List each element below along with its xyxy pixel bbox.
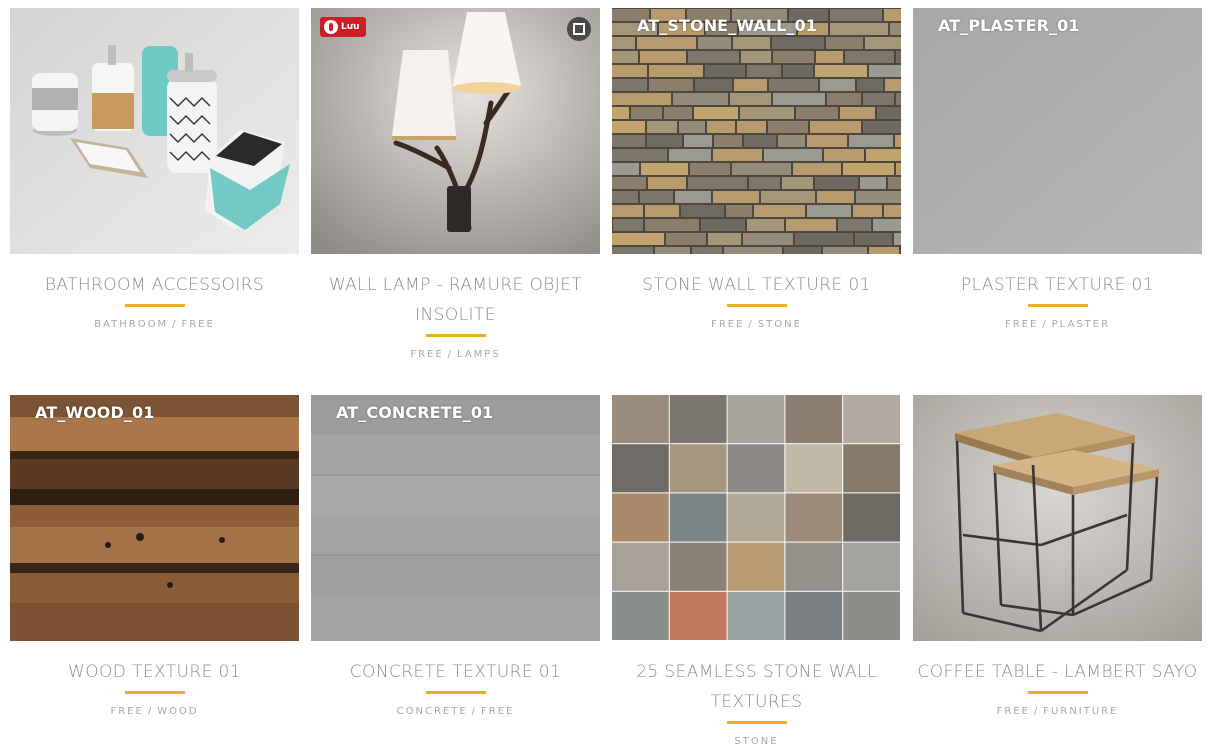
title-underline — [1027, 691, 1088, 694]
category-separator: / — [471, 706, 478, 717]
product-title[interactable]: WALL LAMP - RAMURE OBJET INSOLITE — [311, 270, 600, 330]
product-title[interactable]: COFFEE TABLE - LAMBERT SAYO — [903, 657, 1212, 687]
product-title[interactable]: 25 SEAMLESS STONE WALL TEXTURES — [612, 657, 901, 717]
category-link[interactable]: BATHROOM — [94, 319, 168, 330]
category-separator: / — [147, 706, 154, 717]
product-card: COFFEE TABLE - LAMBERT SAYO FREE / FURNITU… — [913, 395, 1202, 717]
category-link[interactable]: FURNITURE — [1043, 706, 1118, 717]
product-categories: FREE / LAMPS — [311, 349, 600, 360]
category-link[interactable]: FREE — [997, 706, 1030, 717]
product-categories: BATHROOM / FREE — [10, 319, 299, 330]
product-card: AT_CONCRETE_01 CONCRETE TEXTURE 01 CONCR… — [311, 395, 600, 717]
product-grid: BATHROOM ACCESSOIRS BATHROOM/FREE Lưu — [0, 0, 1213, 756]
category-separator: / — [748, 319, 754, 330]
product-card: AT_STONE_WALL_01 STONE WALL TEXTURE 01 F… — [612, 8, 901, 330]
category-link[interactable]: FREE — [410, 349, 443, 360]
pinterest-save-button[interactable]: Lưu — [320, 17, 366, 37]
product-categories: FREE / WOOD — [10, 706, 299, 717]
title-underline — [124, 304, 185, 307]
product-categories: FREE / STONE — [612, 319, 901, 330]
category-separator: / — [447, 349, 454, 360]
product-image[interactable]: AT_WOOD_01 — [10, 395, 299, 641]
product-categories: FREE / PLASTER — [913, 319, 1202, 330]
product-image[interactable] — [913, 395, 1202, 641]
product-card: Lưu WALL LAMP - RAMURE OBJET INSOLITE FR… — [311, 8, 600, 360]
product-card: AT_WOOD_01 WOOD TEXTURE 01 FREE / WOOD — [10, 395, 299, 717]
texture-code-overlay: AT_STONE_WALL_01 — [637, 16, 817, 35]
product-categories: FREE / FURNITURE — [913, 706, 1202, 717]
category-link[interactable]: FREE — [110, 706, 143, 717]
product-image[interactable]: AT_STONE_WALL_01 — [612, 8, 901, 254]
product-categories: STONE — [612, 736, 901, 747]
product-title[interactable]: WOOD TEXTURE 01 — [10, 657, 299, 687]
category-link[interactable]: LAMPS — [457, 349, 501, 360]
pinterest-icon — [324, 20, 338, 34]
product-categories: CONCRETE / FREE — [311, 706, 600, 717]
category-link[interactable]: FREE — [1005, 319, 1038, 330]
title-underline — [425, 691, 486, 694]
expand-button[interactable] — [567, 17, 591, 41]
category-link[interactable]: WOOD — [157, 706, 198, 717]
title-underline — [726, 304, 787, 307]
texture-code-overlay: AT_WOOD_01 — [35, 403, 155, 422]
category-link[interactable]: FREE — [711, 319, 744, 330]
product-image[interactable] — [612, 395, 901, 641]
product-image[interactable] — [10, 8, 299, 254]
product-title[interactable]: CONCRETE TEXTURE 01 — [311, 657, 600, 687]
product-image[interactable]: AT_CONCRETE_01 — [311, 395, 600, 641]
product-card: BATHROOM ACCESSOIRS BATHROOM / FREE — [10, 8, 299, 330]
texture-code-overlay: AT_PLASTER_01 — [938, 16, 1080, 35]
product-card: 25 SEAMLESS STONE WALL TEXTURES STONE — [612, 395, 901, 747]
title-underline — [1027, 304, 1088, 307]
category-separator: / — [1033, 706, 1040, 717]
category-link[interactable]: CONCRETE — [397, 706, 468, 717]
title-underline — [726, 721, 787, 724]
product-image[interactable]: Lưu — [311, 8, 600, 254]
category-link[interactable]: FREE — [181, 319, 214, 330]
product-title[interactable]: BATHROOM ACCESSOIRS — [10, 270, 299, 300]
texture-code-overlay: AT_CONCRETE_01 — [336, 403, 494, 422]
product-card: AT_PLASTER_01 PLASTER TEXTURE 01 FREE / PL… — [913, 8, 1202, 330]
category-separator: / — [1042, 319, 1048, 330]
category-separator: / — [172, 319, 178, 330]
category-link[interactable]: STONE — [758, 319, 802, 330]
title-underline — [425, 334, 486, 337]
category-link[interactable]: FREE — [481, 706, 514, 717]
product-title[interactable]: STONE WALL TEXTURE 01 — [612, 270, 901, 300]
category-link[interactable]: PLASTER — [1052, 319, 1110, 330]
category-link[interactable]: STONE — [734, 736, 778, 747]
product-image[interactable]: AT_PLASTER_01 — [913, 8, 1202, 254]
title-underline — [124, 691, 185, 694]
product-title[interactable]: PLASTER TEXTURE 01 — [913, 270, 1202, 300]
